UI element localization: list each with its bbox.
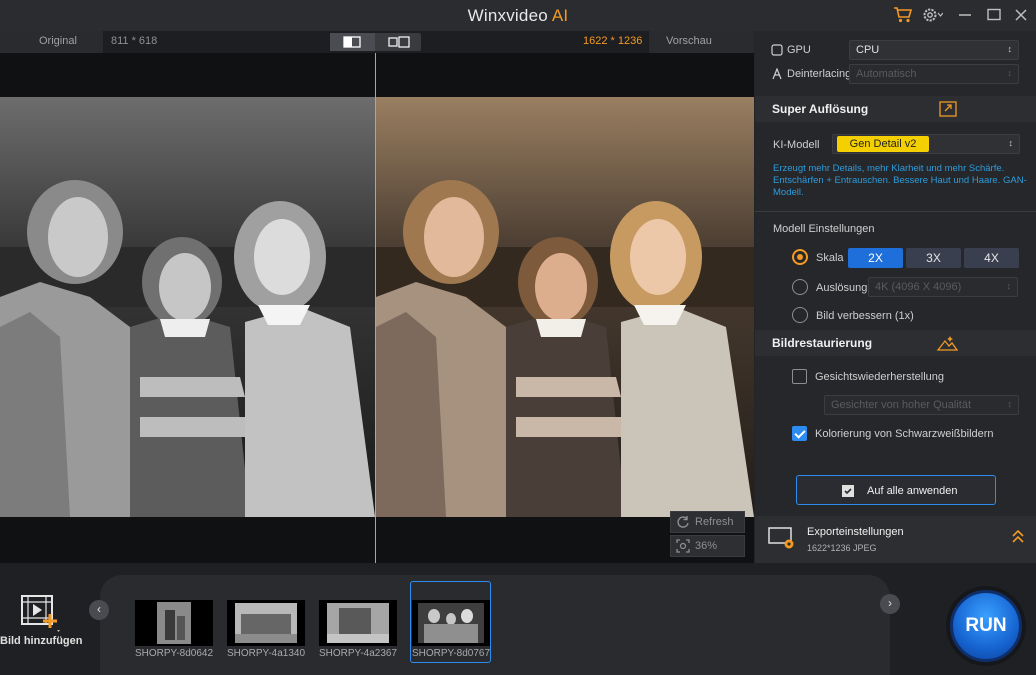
gpu-value: CPU	[856, 44, 880, 56]
face-quality-value: Gesichter von hoher Qualität	[831, 399, 972, 411]
refresh-icon	[677, 516, 689, 528]
export-settings[interactable]: Exporteinstellungen 1622*1236 JPEG	[755, 516, 1036, 563]
colorize-checkbox[interactable]	[792, 426, 807, 441]
ki-model-select[interactable]: Gen Detail v2 ↕	[832, 134, 1020, 154]
thumbnail-2[interactable]	[227, 600, 305, 646]
divider	[755, 211, 1036, 212]
add-image-button[interactable]	[20, 594, 62, 637]
gpu-label: GPU	[787, 44, 811, 56]
export-title: Exporteinstellungen	[807, 526, 904, 538]
compare-divider[interactable]	[375, 53, 376, 563]
model-settings-label: Modell Einstellungen	[773, 223, 875, 235]
chevron-updown-icon: ↕	[1008, 138, 1014, 148]
face-restore-checkbox[interactable]	[792, 369, 807, 384]
resolution-select[interactable]: 4K (4096 X 4096) ↕	[868, 277, 1018, 297]
add-image-label[interactable]: Bild hinzufügen	[0, 635, 82, 647]
app-title: Winxvideo AI	[0, 6, 1036, 26]
ki-model-label: KI-Modell	[773, 139, 820, 151]
face-restore-label: Gesichtswiederherstellung	[815, 371, 945, 383]
title-bar: Winxvideo AI	[0, 0, 1036, 31]
gear-icon[interactable]	[921, 6, 944, 24]
thumbnail-1[interactable]	[135, 600, 213, 646]
preview-tab: Vorschau	[649, 31, 754, 53]
scale-2x-button[interactable]: 2X	[848, 248, 903, 268]
output-size: 1622 * 1236	[583, 35, 643, 47]
restoration-title: Bildrestaurierung	[772, 336, 873, 350]
resolution-label: Auslösung	[816, 282, 868, 294]
scale-4x-button[interactable]: 4X	[964, 248, 1019, 268]
original-image	[0, 97, 375, 517]
resolution-value: 4K (4096 X 4096)	[875, 281, 962, 293]
output-image	[376, 97, 754, 517]
cart-icon[interactable]	[893, 6, 913, 24]
refresh-button[interactable]: Refresh	[670, 511, 745, 533]
super-resolution-title: Super Auflösung	[772, 102, 869, 116]
deinterlacing-label: Deinterlacing	[787, 68, 852, 80]
original-label: Original	[39, 35, 77, 47]
chevron-updown-icon: ↕	[1007, 44, 1013, 54]
super-resolution-header: Super Auflösung	[755, 96, 1036, 122]
scale-3x-button[interactable]: 3X	[906, 248, 961, 268]
run-button[interactable]: RUN	[950, 590, 1022, 662]
app-window: Winxvideo AI Original 811 * 618 1622 * 1…	[0, 0, 1036, 675]
upscale-icon	[939, 101, 957, 117]
next-thumb-button[interactable]: ›	[880, 594, 900, 614]
maximize-icon[interactable]	[985, 6, 1005, 24]
restore-icon	[936, 336, 958, 351]
thumbnail-4[interactable]	[412, 600, 490, 646]
deinterlacing-value: Automatisch	[856, 68, 917, 80]
apply-all-button[interactable]: Auf alle anwenden	[796, 475, 996, 505]
chevron-updown-icon: ↕	[1006, 281, 1012, 291]
ki-model-value: Gen Detail v2	[837, 136, 929, 152]
enhance-label: Bild verbessern (1x)	[816, 310, 914, 322]
thumbnail-3-label: SHORPY-4a2367	[319, 648, 398, 659]
gpu-icon	[771, 44, 783, 56]
export-info: 1622*1236 JPEG	[807, 543, 877, 553]
thumbnail-4-label: SHORPY-8d0767	[412, 648, 491, 659]
enhance-radio[interactable]	[792, 307, 808, 323]
thumbnail-strip	[100, 575, 890, 675]
restoration-header: Bildrestaurierung	[755, 330, 1036, 356]
colorize-label: Kolorierung von Schwarzweißbildern	[815, 428, 994, 440]
resolution-radio[interactable]	[792, 279, 808, 295]
scale-label: Skala	[816, 252, 844, 264]
ki-model-description: Erzeugt mehr Details, mehr Klarheit und …	[773, 163, 1027, 198]
minimize-icon[interactable]	[956, 6, 976, 24]
view-mode-toggle	[330, 33, 421, 51]
original-tab: Original	[0, 31, 103, 53]
split-view-button[interactable]	[330, 33, 375, 51]
chevron-updown-icon: ↕	[1007, 399, 1013, 409]
add-image-icon	[21, 595, 60, 632]
deinterlacing-select[interactable]: Automatisch ↕	[849, 64, 1019, 84]
export-settings-icon	[768, 527, 794, 549]
zoom-label: 36%	[695, 540, 718, 552]
preview-area: Refresh 36%	[0, 53, 754, 563]
preview-label: Vorschau	[666, 35, 712, 47]
settings-panel: GPU CPU ↕ Deinterlacing Automatisch ↕ Su…	[755, 31, 1036, 563]
preview-header: Original 811 * 618 1622 * 1236 Vorschau	[0, 31, 754, 53]
gpu-select[interactable]: CPU ↕	[849, 40, 1019, 60]
app-name: Winxvideo	[467, 6, 548, 25]
chevron-updown-icon: ↕	[1007, 68, 1013, 78]
thumbnail-3[interactable]	[319, 600, 397, 646]
zoom-icon	[676, 539, 690, 553]
apply-all-label: Auf alle anwenden	[867, 485, 958, 497]
zoom-button[interactable]: 36%	[670, 535, 745, 557]
app-ai-label: AI	[551, 6, 569, 25]
prev-thumb-button[interactable]: ‹	[89, 600, 109, 620]
run-label: RUN	[965, 615, 1007, 636]
thumbnail-2-label: SHORPY-4a1340	[227, 648, 306, 659]
side-by-side-button[interactable]	[376, 33, 421, 51]
face-quality-select[interactable]: Gesichter von hoher Qualität ↕	[824, 395, 1019, 415]
thumbnail-1-label: SHORPY-8d0642	[135, 648, 214, 659]
double-chevron-up-icon[interactable]	[1011, 528, 1025, 544]
close-icon[interactable]	[1012, 6, 1032, 24]
refresh-label: Refresh	[695, 516, 734, 528]
scale-radio[interactable]	[792, 249, 808, 265]
clipboard-check-icon	[842, 485, 854, 497]
original-size: 811 * 618	[111, 35, 158, 47]
deinterlace-icon	[772, 68, 782, 80]
